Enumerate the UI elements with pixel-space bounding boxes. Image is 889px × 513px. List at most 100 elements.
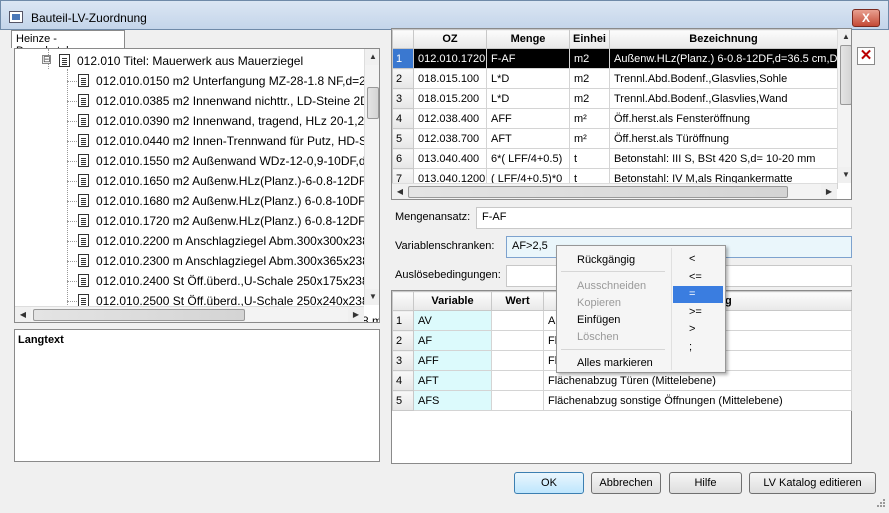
cell-wert[interactable] [491,390,544,411]
tree-item[interactable]: 012.010.2200 m Anschlagziegel Abm.300x30… [78,231,379,251]
scroll-right-icon[interactable]: ▶ [348,307,364,322]
scroll-up-icon[interactable]: ▲ [365,49,379,65]
operator-item[interactable]: > [673,321,723,338]
tab-demokatalog[interactable]: Heinze - Demokatalog [11,30,125,57]
tree-item[interactable]: 012.010.0440 m2 Innen-Trennwand für Putz… [78,131,370,151]
cell-menge[interactable]: F-AF [486,48,570,69]
cell-bezeichnung[interactable]: Öff.herst.als Fensteröffnung [609,108,838,129]
header-menge[interactable]: Menge [486,29,570,49]
cell-wert[interactable] [491,330,544,351]
scroll-up-icon[interactable]: ▲ [838,29,851,45]
collapse-icon[interactable]: ⊟ [42,55,51,64]
header-wert[interactable]: Wert [491,291,544,311]
positions-vertical-scrollbar[interactable]: ▲ ▼ [837,29,851,183]
cell-oz[interactable]: 013.040.400 [413,148,487,169]
catalog-tree[interactable]: ⊟ 012.010 Titel: Mauerwerk aus Mauerzieg… [14,48,380,323]
scroll-left-icon[interactable]: ◀ [392,184,408,199]
table-row[interactable]: 5 012.038.700 AFT m² Öff.herst.als Türöf… [392,128,838,149]
cell-variable[interactable]: AFT [413,370,492,391]
window-close-button[interactable]: X [852,9,880,27]
cell-wert[interactable] [491,310,544,331]
cell-bezeichnung[interactable]: Betonstahl: III S, BSt 420 S,d= 10-20 mm [609,148,838,169]
table-row[interactable]: 6 013.040.400 6*( LFF/4+0.5) t Betonstah… [392,148,838,169]
table-row[interactable]: 1 012.010.1720 F-AF m2 Außenw.HLz(Planz.… [392,48,838,69]
cell-einheit[interactable]: m² [569,128,610,149]
header-einheit[interactable]: Einhei [569,29,610,49]
cell-menge[interactable]: AFF [486,108,570,129]
cell-variable[interactable]: AF [413,330,492,351]
tree-item[interactable]: 012.010.1720 m2 Außenw.HLz(Planz.) 6-0.8… [78,211,374,231]
operator-item[interactable]: >= [673,304,723,321]
scroll-down-icon[interactable]: ▼ [365,289,379,305]
operator-item[interactable]: = [673,286,723,303]
tree-horizontal-scrollbar[interactable]: ◀ ▶ [15,306,364,322]
cell-oz[interactable]: 012.038.700 [413,128,487,149]
ok-button[interactable]: OK [514,472,584,494]
tree-item[interactable]: 012.010.1680 m2 Außenw.HLz(Planz.) 6-0.8… [78,191,379,211]
tree-item-root[interactable]: 012.010 Titel: Mauerwerk aus Mauerziegel [59,51,303,71]
operator-item[interactable]: < [673,251,723,268]
cell-bezeichnung[interactable]: Trennl.Abd.Bodenf.,Glasvlies,Wand [609,88,838,109]
resize-grip-icon[interactable] [874,498,886,510]
operator-item[interactable]: <= [673,269,723,286]
cell-bezeichnung[interactable]: Flächenabzug sonstige Öffnungen (Mittele… [543,390,852,411]
edit-catalog-button[interactable]: LV Katalog editieren [749,472,876,494]
tree-item[interactable]: 012.010.1650 m2 Außenw.HLz(Planz.)-6-0.8… [78,171,375,191]
cell-variable[interactable]: AFS [413,390,492,411]
cell-bezeichnung[interactable]: Öff.herst.als Türöffnung [609,128,838,149]
scroll-left-icon[interactable]: ◀ [15,307,31,322]
cell-bezeichnung[interactable]: Flächenabzug Türen (Mittelebene) [543,370,852,391]
cell-einheit[interactable]: m² [569,108,610,129]
cell-oz[interactable]: 018.015.200 [413,88,487,109]
cell-oz[interactable]: 012.038.400 [413,108,487,129]
tree-vertical-scrollbar[interactable]: ▲ ▼ [364,49,379,305]
cell-bezeichnung[interactable]: Trennl.Abd.Bodenf.,Glasvlies,Sohle [609,68,838,89]
cell-oz[interactable]: 012.010.1720 [413,48,487,69]
header-variable[interactable]: Variable [413,291,492,311]
cell-variable[interactable]: AFF [413,350,492,371]
cell-einheit[interactable]: m2 [569,68,610,89]
positions-horizontal-scrollbar[interactable]: ◀ ▶ [392,183,837,199]
cell-menge[interactable]: L*D [486,88,570,109]
cell-einheit[interactable]: m2 [569,88,610,109]
cell-wert[interactable] [491,370,544,391]
scroll-thumb[interactable] [367,87,379,119]
cell-oz[interactable]: 018.015.100 [413,68,487,89]
cell-menge[interactable]: AFT [486,128,570,149]
scroll-thumb[interactable] [33,309,245,321]
header-bezeichnung[interactable]: Bezeichnung [609,29,838,49]
operator-item[interactable]: ; [673,339,723,356]
scroll-down-icon[interactable]: ▼ [838,167,851,183]
scroll-thumb[interactable] [408,186,788,198]
menu-item-select-all[interactable]: Alles markieren [577,357,653,369]
tree-item[interactable]: 012.010.2400 St Öff.überd.,U-Schale 250x… [78,271,379,291]
tree-item[interactable]: 012.010.2300 m Anschlagziegel Abm.300x36… [78,251,379,271]
header-oz[interactable]: OZ [413,29,487,49]
tree-item[interactable]: 012.010.0385 m2 Innenwand nichttr., LD-S… [78,91,376,111]
cell-einheit[interactable]: t [569,148,610,169]
cancel-button[interactable]: Abbrechen [591,472,661,494]
menu-item-paste[interactable]: Einfügen [577,314,620,326]
help-button[interactable]: Hilfe [669,472,742,494]
cell-menge[interactable]: L*D [486,68,570,89]
langtext-panel[interactable]: Langtext [14,329,380,462]
table-row[interactable]: 5 AFS Flächenabzug sonstige Öffnungen (M… [392,390,852,411]
positions-table[interactable]: OZ Menge Einhei Bezeichnung 1 012.010.17… [391,28,852,200]
cell-wert[interactable] [491,350,544,371]
tree-item[interactable]: 012.010.1550 m2 Außenwand WDz-12-0,9-10D… [78,151,376,171]
menu-item-undo[interactable]: Rückgängig [577,254,635,266]
cell-variable[interactable]: AV [413,310,492,331]
table-row[interactable]: 3 018.015.200 L*D m2 Trennl.Abd.Bodenf.,… [392,88,838,109]
cell-menge[interactable]: 6*( LFF/4+0.5) [486,148,570,169]
table-row[interactable]: 4 AFT Flächenabzug Türen (Mittelebene) [392,370,852,391]
cell-bezeichnung[interactable]: Außenw.HLz(Planz.) 6-0.8-12DF,d=36.5 cm,… [609,48,838,69]
tree-item[interactable]: 012.010.0390 m2 Innenwand, tragend, HLz … [78,111,375,131]
mengenansatz-field[interactable]: F-AF [476,207,852,229]
cell-einheit[interactable]: m2 [569,48,610,69]
delete-position-button[interactable]: ✕ [857,47,875,65]
table-row[interactable]: 4 012.038.400 AFF m² Öff.herst.als Fenst… [392,108,838,129]
scroll-right-icon[interactable]: ▶ [821,184,837,199]
table-row[interactable]: 2 018.015.100 L*D m2 Trennl.Abd.Bodenf.,… [392,68,838,89]
scroll-thumb[interactable] [840,45,851,105]
tree-item[interactable]: 012.010.0150 m2 Unterfangung MZ-28-1.8 N… [78,71,373,91]
